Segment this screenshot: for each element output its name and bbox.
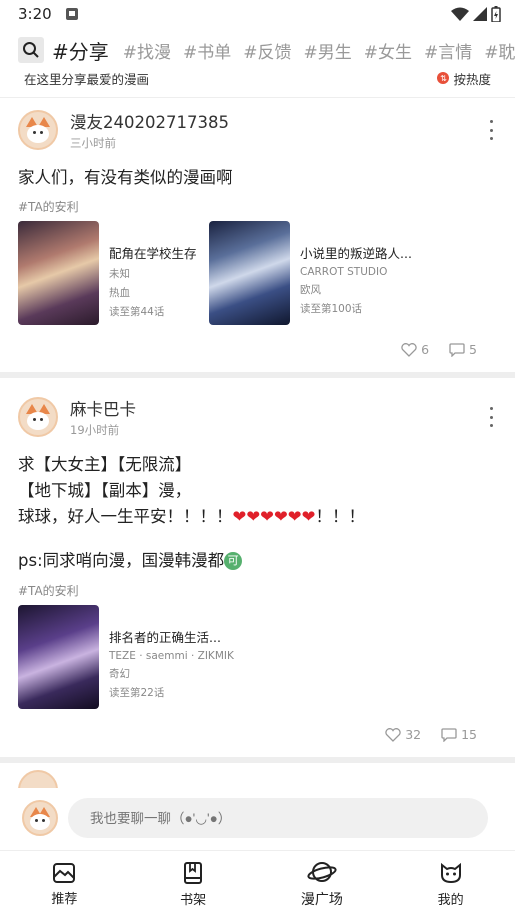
heart-icon bbox=[385, 727, 401, 742]
username[interactable]: 漫友240202717385 bbox=[70, 109, 229, 133]
comic-genre: 热血 bbox=[109, 287, 130, 299]
planet-icon bbox=[307, 862, 337, 882]
comic-cover bbox=[209, 221, 290, 325]
heart-icon bbox=[401, 342, 417, 357]
sort-label: 按热度 bbox=[453, 71, 491, 87]
post-divider bbox=[0, 757, 515, 763]
post-card[interactable]: 漫友240202717385 三小时前 家人们，有没有类似的漫画啊 #TA的安利… bbox=[0, 110, 515, 372]
post-header: 麻卡巴卡 19小时前 bbox=[18, 397, 136, 437]
like-count: 6 bbox=[421, 342, 430, 357]
comment-input[interactable] bbox=[68, 798, 488, 838]
comment-bar bbox=[0, 788, 515, 848]
nav-label: 漫广场 bbox=[300, 892, 343, 908]
comic-cover bbox=[18, 605, 99, 709]
cat-icon bbox=[440, 862, 461, 883]
post-time: 三小时前 bbox=[70, 136, 116, 150]
avatar[interactable] bbox=[18, 110, 58, 150]
comic-author: 未知 bbox=[109, 268, 130, 280]
sort-icon: ⇅ bbox=[437, 72, 450, 84]
status-bar: 3:20 bbox=[0, 0, 515, 28]
comic-progress: 读至第44话 bbox=[109, 306, 165, 318]
nav-label: 书架 bbox=[180, 892, 207, 908]
post-stats: 6 5 bbox=[381, 342, 477, 357]
comic-progress: 读至第100话 bbox=[300, 303, 363, 315]
comic-author: CARROT STUDIO bbox=[300, 266, 388, 278]
tag-booklist[interactable]: #书单 bbox=[183, 38, 231, 63]
tag-romance[interactable]: #言情 bbox=[424, 38, 472, 63]
signal-icon bbox=[473, 7, 487, 21]
post-ps-text: ps:同求哨向漫，国漫韩漫都可 bbox=[18, 548, 243, 574]
sort-by-hot-button[interactable]: ⇅ 按热度 bbox=[437, 69, 491, 88]
comic-genre: 欧风 bbox=[300, 284, 321, 296]
search-button[interactable] bbox=[18, 37, 44, 63]
post-card[interactable]: 麻卡巴卡 19小时前 求【大女主】【无限流】 【地下城】【副本】漫， 球球，好人… bbox=[0, 397, 515, 757]
comic-progress: 读至第22话 bbox=[109, 687, 165, 699]
nav-mine[interactable]: 我的 bbox=[386, 851, 515, 917]
subheader-hint: 在这里分享最爱的漫画 bbox=[24, 71, 150, 87]
comment-count: 5 bbox=[469, 342, 477, 357]
battery-icon bbox=[491, 6, 501, 22]
post-stats: 32 15 bbox=[365, 727, 477, 742]
heart-emojis: ❤❤❤❤❤❤ bbox=[232, 507, 316, 526]
comment-button[interactable]: 15 bbox=[441, 727, 477, 742]
comment-icon bbox=[441, 727, 457, 742]
comic-cover bbox=[18, 221, 99, 325]
post-header: 漫友240202717385 三小时前 bbox=[18, 110, 229, 150]
subheader: 在这里分享最爱的漫画 ⇅ 按热度 bbox=[0, 66, 515, 90]
sim-card-icon bbox=[65, 8, 78, 20]
tag-find-comic[interactable]: #找漫 bbox=[123, 38, 171, 63]
image-icon bbox=[53, 862, 76, 883]
status-time: 3:20 bbox=[18, 5, 52, 23]
emoji-badge: 可 bbox=[224, 552, 243, 570]
comic-author: TEZE · saemmi · ZIKMIK bbox=[109, 650, 234, 662]
post-time: 19小时前 bbox=[70, 423, 120, 437]
nav-label: 我的 bbox=[437, 892, 464, 908]
tag-male[interactable]: #男生 bbox=[304, 38, 352, 63]
comment-count: 15 bbox=[461, 727, 477, 742]
comment-button[interactable]: 5 bbox=[449, 342, 477, 357]
bottom-nav: 推荐 书架 漫广场 我的 bbox=[0, 850, 515, 917]
divider bbox=[0, 97, 515, 98]
wifi-icon bbox=[451, 7, 469, 21]
tag-filter-bar: #分享 #找漫 #书单 #反馈 #男生 #女生 #言情 #耽美 bbox=[0, 34, 515, 66]
comic-card[interactable]: 配角在学校生存 未知 热血 读至第44话 bbox=[18, 221, 225, 325]
next-post-avatar-peek bbox=[18, 770, 58, 788]
nav-comic-square[interactable]: 漫广场 bbox=[258, 851, 387, 917]
status-icons bbox=[451, 6, 501, 22]
like-button[interactable]: 6 bbox=[401, 342, 429, 357]
tag-female[interactable]: #女生 bbox=[364, 38, 412, 63]
avatar[interactable] bbox=[18, 397, 58, 437]
tag-share[interactable]: #分享 bbox=[52, 36, 109, 65]
comic-title: 小说里的叛逆路人... bbox=[300, 246, 412, 261]
comment-icon bbox=[449, 342, 465, 357]
post-text: 家人们，有没有类似的漫画啊 bbox=[18, 168, 233, 187]
more-options-button[interactable] bbox=[487, 407, 495, 427]
comic-card[interactable]: 小说里的叛逆路人... CARROT STUDIO 欧风 读至第100话 bbox=[209, 221, 416, 325]
post-divider bbox=[0, 372, 515, 378]
post-hashtag[interactable]: #TA的安利 bbox=[18, 582, 79, 599]
post-hashtag[interactable]: #TA的安利 bbox=[18, 198, 79, 215]
post-text: 求【大女主】【无限流】 【地下城】【副本】漫， 球球，好人一生平安！！！！❤❤❤… bbox=[18, 455, 365, 526]
comic-title: 配角在学校生存 bbox=[109, 246, 197, 261]
comic-title: 排名者的正确生活... bbox=[109, 630, 221, 645]
comic-card[interactable]: 排名者的正确生活... TEZE · saemmi · ZIKMIK 奇幻 读至… bbox=[18, 605, 249, 709]
comic-genre: 奇幻 bbox=[109, 668, 130, 680]
tag-feedback[interactable]: #反馈 bbox=[243, 38, 291, 63]
my-avatar[interactable] bbox=[22, 800, 58, 836]
like-count: 32 bbox=[405, 727, 422, 742]
search-icon bbox=[23, 42, 39, 58]
bookshelf-icon bbox=[184, 861, 203, 884]
more-options-button[interactable] bbox=[487, 120, 495, 140]
like-button[interactable]: 32 bbox=[385, 727, 421, 742]
tag-bl[interactable]: #耽美 bbox=[484, 38, 515, 63]
nav-label: 推荐 bbox=[51, 891, 78, 907]
nav-bookshelf[interactable]: 书架 bbox=[129, 851, 258, 917]
username[interactable]: 麻卡巴卡 bbox=[70, 396, 136, 420]
nav-recommend[interactable]: 推荐 bbox=[0, 851, 129, 917]
